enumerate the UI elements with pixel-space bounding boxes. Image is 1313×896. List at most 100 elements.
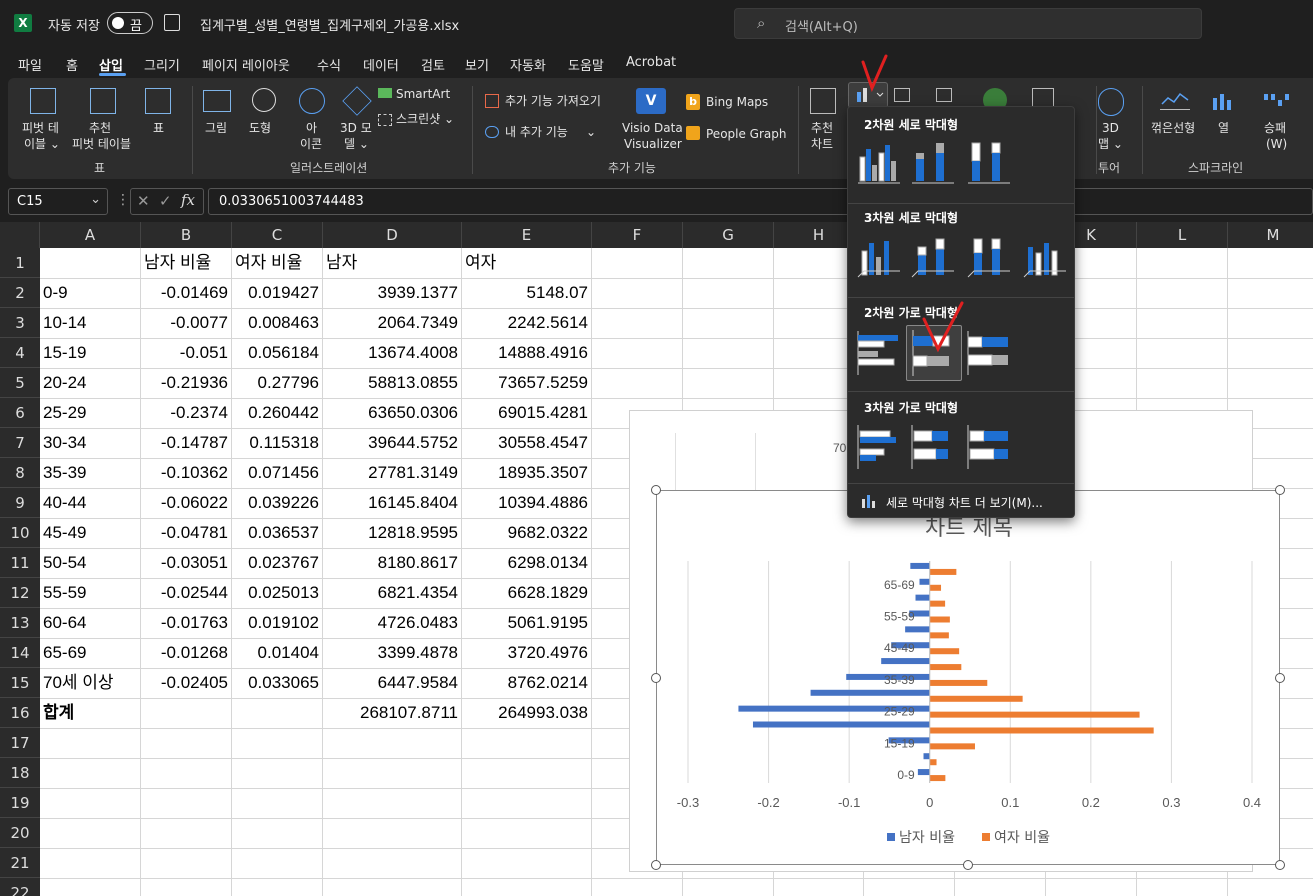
cell[interactable]: 0.033065 <box>232 668 323 698</box>
cell[interactable]: 13674.4008 <box>323 338 462 368</box>
smartart-button[interactable]: SmartArt <box>396 86 450 102</box>
cell[interactable]: 16145.8404 <box>323 488 462 518</box>
bar-chart-icon[interactable] <box>894 88 910 102</box>
row-header[interactable]: 9 <box>0 488 40 518</box>
cell[interactable]: 264993.038 <box>462 698 592 728</box>
cell[interactable]: -0.0077 <box>141 308 232 338</box>
cell[interactable]: 6447.9584 <box>323 668 462 698</box>
my-addins-button[interactable]: 내 추가 기능 <box>505 124 568 140</box>
recommended-charts-button[interactable]: 추천 <box>811 120 833 136</box>
bing-maps-button[interactable]: Bing Maps <box>706 94 768 110</box>
3d-100-stacked-column-icon[interactable] <box>964 233 1014 281</box>
tab-draw[interactable]: 그리기 <box>144 55 180 74</box>
cell[interactable]: 9682.0322 <box>462 518 592 548</box>
cell[interactable]: -0.06022 <box>141 488 232 518</box>
cell[interactable]: 5061.9195 <box>462 608 592 638</box>
cell[interactable]: 10394.4886 <box>462 488 592 518</box>
row-header[interactable]: 21 <box>0 848 40 878</box>
cell[interactable]: 6821.4354 <box>323 578 462 608</box>
cell[interactable]: 0.071456 <box>232 458 323 488</box>
resize-handle[interactable] <box>651 485 661 495</box>
save-icon[interactable] <box>164 14 180 31</box>
cell[interactable]: 25-29 <box>43 398 141 428</box>
shapes-button[interactable]: 도형 <box>249 120 271 136</box>
recommended-pivot-button[interactable]: 추천 <box>89 120 111 136</box>
cell[interactable]: 3399.4878 <box>323 638 462 668</box>
cell[interactable]: 30-34 <box>43 428 141 458</box>
cancel-icon[interactable]: ✕ <box>137 192 150 210</box>
icons-button-2[interactable]: 이콘 <box>300 136 322 152</box>
cell[interactable]: 27781.3149 <box>323 458 462 488</box>
resize-handle[interactable] <box>1275 860 1285 870</box>
3d-100-stacked-bar-icon[interactable] <box>964 423 1014 471</box>
cell[interactable]: 0.27796 <box>232 368 323 398</box>
cell[interactable]: 12818.9595 <box>323 518 462 548</box>
cell[interactable]: 5148.07 <box>462 278 592 308</box>
cell[interactable]: -0.04781 <box>141 518 232 548</box>
cell[interactable]: 69015.4281 <box>462 398 592 428</box>
row-header[interactable]: 8 <box>0 458 40 488</box>
cell[interactable]: -0.01763 <box>141 608 232 638</box>
row-header[interactable]: 14 <box>0 638 40 668</box>
cell[interactable]: 3939.1377 <box>323 278 462 308</box>
cell[interactable]: -0.14787 <box>141 428 232 458</box>
cell[interactable]: 0.019102 <box>232 608 323 638</box>
row-header[interactable]: 13 <box>0 608 40 638</box>
3d-model-button-2[interactable]: 델 ⌄ <box>344 136 369 152</box>
stacked-column-icon[interactable] <box>908 139 958 187</box>
row-header[interactable]: 2 <box>0 278 40 308</box>
3d-stacked-bar-icon[interactable] <box>908 423 958 471</box>
row-header[interactable]: 3 <box>0 308 40 338</box>
row-header[interactable]: 11 <box>0 548 40 578</box>
cell[interactable]: 합계 <box>43 698 141 728</box>
col-header-a[interactable]: A <box>40 222 141 248</box>
tab-formulas[interactable]: 수식 <box>317 55 341 74</box>
3d-map-button[interactable]: 3D <box>1102 120 1119 136</box>
row-header[interactable]: 15 <box>0 668 40 698</box>
cell[interactable]: -0.01469 <box>141 278 232 308</box>
row-header[interactable]: 7 <box>0 428 40 458</box>
cell[interactable]: 0.036537 <box>232 518 323 548</box>
cell[interactable]: 50-54 <box>43 548 141 578</box>
name-box[interactable]: C15 ⌄ <box>8 188 108 215</box>
cell[interactable] <box>232 698 323 728</box>
cell[interactable]: 3720.4976 <box>462 638 592 668</box>
tab-help[interactable]: 도움말 <box>568 55 604 74</box>
sparkline-winloss-button[interactable]: 승패 <box>1264 120 1286 136</box>
cell[interactable]: 여자 <box>465 248 592 278</box>
row-header[interactable]: 10 <box>0 518 40 548</box>
resize-handle[interactable] <box>963 860 973 870</box>
visio-button[interactable]: Visio Data <box>622 120 683 136</box>
table-button[interactable]: 표 <box>153 120 164 136</box>
cell[interactable]: 20-24 <box>43 368 141 398</box>
waterfall-chart-icon[interactable] <box>936 88 952 102</box>
3d-map-button-2[interactable]: 맵 ⌄ <box>1098 136 1123 152</box>
cell[interactable]: 0.115318 <box>232 428 323 458</box>
cell[interactable]: 0-9 <box>43 278 141 308</box>
row-header[interactable]: 18 <box>0 758 40 788</box>
cell[interactable] <box>141 698 232 728</box>
screenshot-button[interactable]: 스크린샷 ⌄ <box>396 111 454 127</box>
cell[interactable]: -0.21936 <box>141 368 232 398</box>
cell[interactable]: 2242.5614 <box>462 308 592 338</box>
formula-input[interactable]: 0.0330651003744483 <box>208 188 1313 215</box>
more-column-charts-link[interactable]: 세로 막대형 차트 더 보기(M)... <box>886 494 1043 511</box>
cell[interactable]: -0.01268 <box>141 638 232 668</box>
cell[interactable]: 15-19 <box>43 338 141 368</box>
chart-front[interactable]: -0.3 -0.2 -0.1 0 0.1 0.2 0.3 0.4 차트 제목 0-9 15-19 25… <box>656 490 1280 865</box>
col-header-g[interactable]: G <box>683 222 774 248</box>
100-stacked-bar-icon[interactable] <box>964 329 1014 377</box>
autosave-toggle[interactable]: 끔 <box>107 12 153 34</box>
cell[interactable]: -0.2374 <box>141 398 232 428</box>
cell[interactable]: 6298.0134 <box>462 548 592 578</box>
cell[interactable]: -0.02544 <box>141 578 232 608</box>
cell[interactable]: 73657.5259 <box>462 368 592 398</box>
cell[interactable]: 30558.4547 <box>462 428 592 458</box>
cell[interactable]: 남자 비율 <box>144 248 232 278</box>
3d-model-button[interactable]: 3D 모 <box>340 120 372 136</box>
sparkline-line-button[interactable]: 꺾은선형 <box>1151 120 1195 136</box>
cell[interactable]: 4726.0483 <box>323 608 462 638</box>
my-addins-dropdown-icon[interactable]: ⌄ <box>586 124 596 140</box>
row-header[interactable]: 6 <box>0 398 40 428</box>
row-header[interactable]: 19 <box>0 788 40 818</box>
